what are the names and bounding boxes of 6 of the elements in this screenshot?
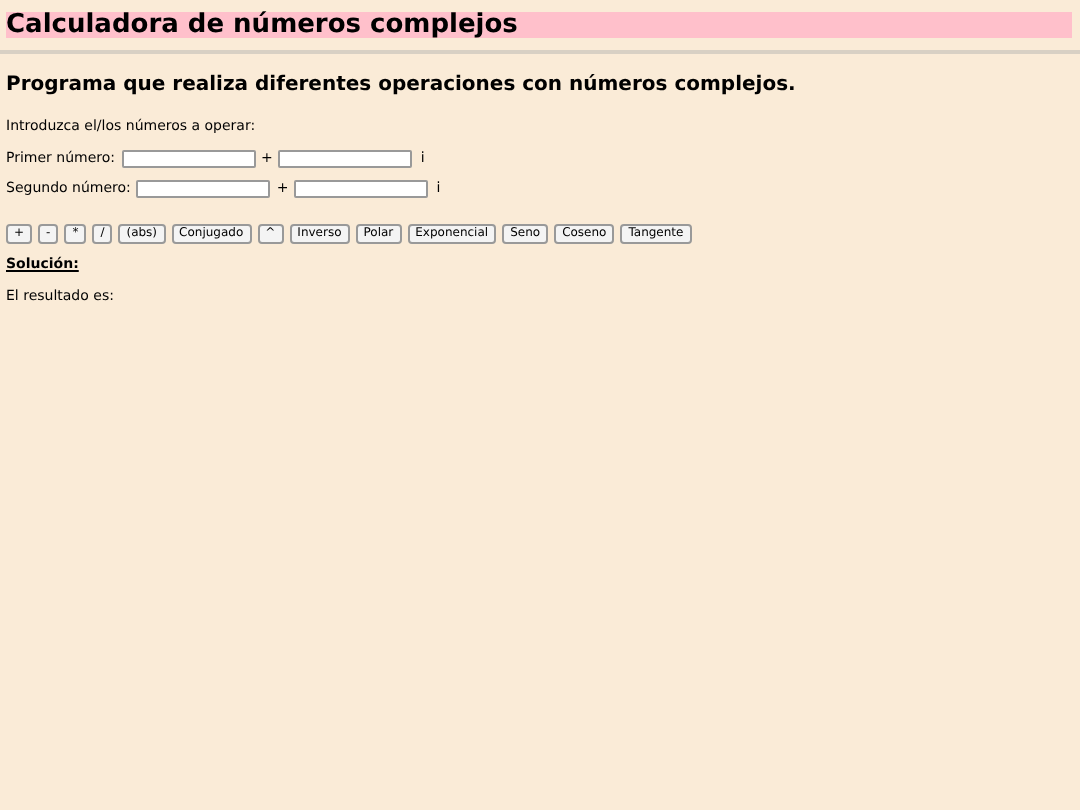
real-part-field[interactable]: [136, 179, 271, 197]
imaginary-part-field[interactable]: [278, 149, 413, 167]
page-title: Calculadora de números complejos: [6, 12, 1072, 38]
subtitle: Programa que realiza diferentes operaciones con números complejos.: [6, 72, 798, 100]
real-part-field[interactable]: [121, 149, 256, 167]
imaginary-part-field[interactable]: [294, 179, 429, 197]
